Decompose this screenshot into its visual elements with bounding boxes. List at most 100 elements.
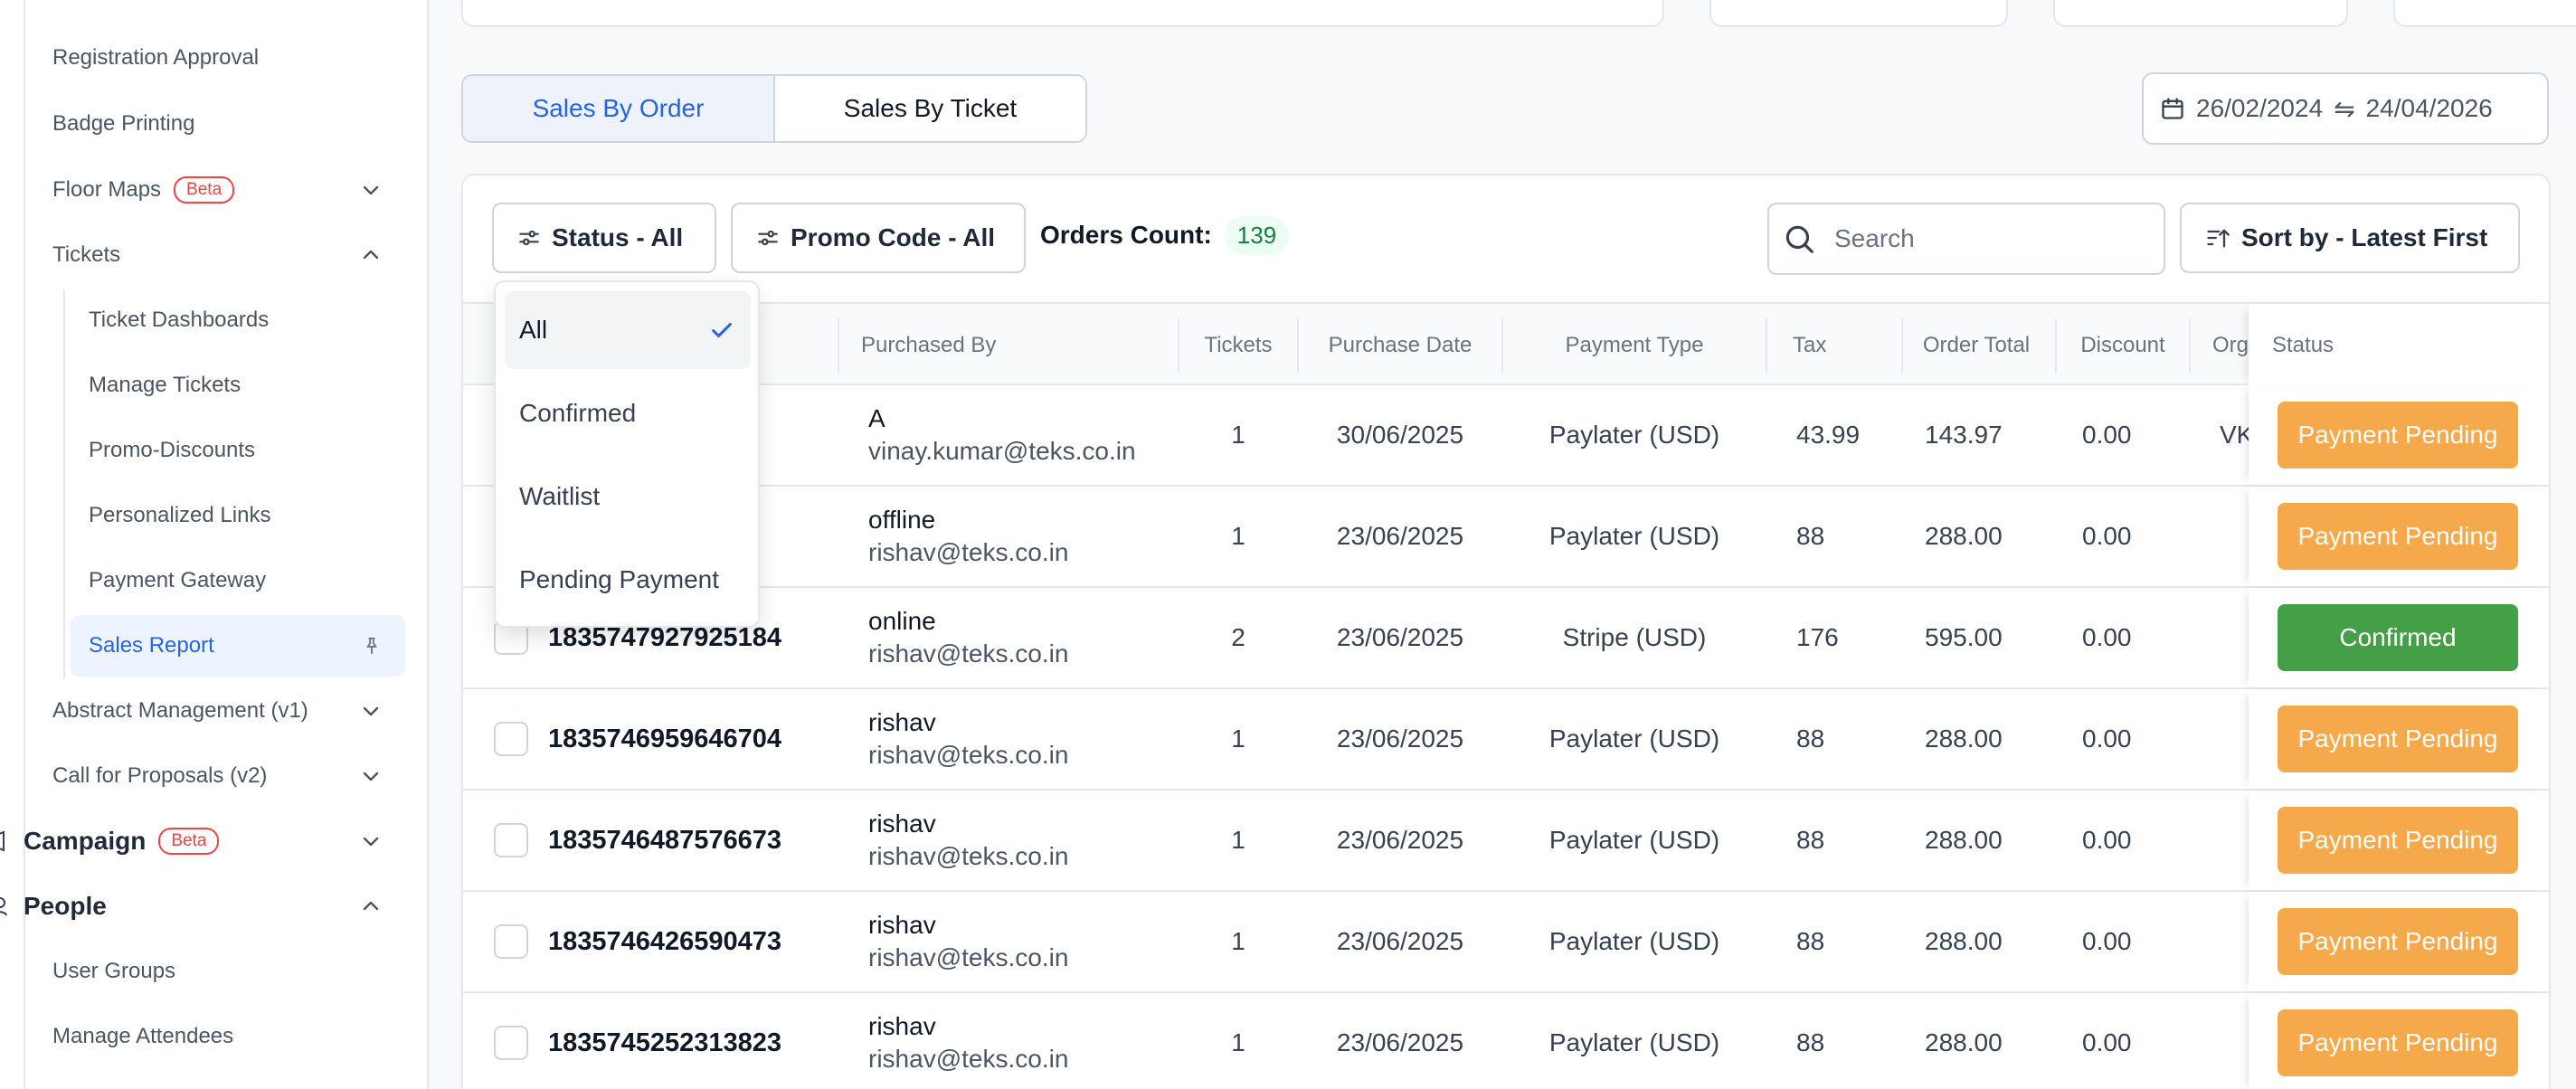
row-checkbox[interactable] — [494, 823, 528, 857]
sidebar-item-people[interactable]: People — [0, 876, 405, 937]
column-header-tickets[interactable]: Tickets — [1179, 304, 1297, 387]
sidebar-item-tickets[interactable]: Tickets — [52, 224, 405, 286]
status-badge: Payment Pending — [2278, 503, 2518, 570]
status-cell: Payment Pending — [2249, 487, 2549, 586]
purchased-by: offline rishav@teks.co.in — [868, 487, 1176, 586]
table-row[interactable]: 1835746426590473 rishav rishav@teks.co.i… — [463, 892, 2549, 993]
row-checkbox[interactable] — [494, 924, 528, 959]
sidebar-item-manage-tickets[interactable]: Manage Tickets — [89, 355, 405, 416]
pin-icon[interactable] — [362, 636, 382, 656]
sidebar-item-label: People — [24, 892, 107, 920]
row-checkbox[interactable] — [494, 722, 528, 756]
purchased-by: A vinay.kumar@teks.co.in — [868, 385, 1176, 485]
column-header-tax[interactable]: Tax — [1793, 304, 1901, 387]
buyer-name: offline — [868, 506, 936, 534]
sidebar-item-label: Promo-Discounts — [89, 438, 256, 462]
check-icon — [709, 317, 734, 343]
status-badge: Payment Pending — [2278, 1009, 2518, 1076]
sidebar-item-label: Call for Proposals (v2) — [52, 763, 268, 788]
sidebar-item-abstract-management[interactable]: Abstract Management (v1) — [52, 680, 405, 742]
buyer-email: rishav@teks.co.in — [868, 842, 1069, 870]
status-filter-button[interactable]: Status - All — [492, 203, 716, 273]
purchased-by: rishav rishav@teks.co.in — [868, 993, 1176, 1089]
status-badge: Payment Pending — [2278, 908, 2518, 975]
payment-type: Paylater (USD) — [1548, 724, 1720, 753]
column-header-purchase-date[interactable]: Purchase Date — [1299, 304, 1501, 387]
tax: 88 — [1796, 1028, 1825, 1056]
purchase-date: 23/06/2025 — [1336, 1028, 1464, 1056]
search-box[interactable] — [1767, 203, 2165, 275]
sidebar-item-personalized-links[interactable]: Personalized Links — [89, 485, 405, 546]
column-header-status[interactable]: Status — [2272, 304, 2453, 387]
order-id: 1835745252313823 — [548, 1027, 782, 1057]
table-row[interactable]: 1835746959646704 rishav rishav@teks.co.i… — [463, 689, 2549, 791]
status-option-waitlist[interactable]: Waitlist — [505, 458, 751, 535]
tab-sales-by-ticket[interactable]: Sales By Ticket — [775, 76, 1085, 141]
people-icon — [0, 895, 7, 917]
sidebar-item-payment-gateway[interactable]: Payment Gateway — [89, 550, 405, 611]
buyer-email: rishav@teks.co.in — [868, 639, 1069, 668]
order-id: 1835746959646704 — [548, 724, 782, 753]
discount: 0.00 — [2082, 724, 2132, 753]
sidebar-item-campaign[interactable]: Campaign Beta — [0, 810, 405, 872]
beta-badge: Beta — [174, 176, 235, 204]
orders-count: Orders Count: 139 — [1040, 215, 1290, 255]
order-total: 288.00 — [1925, 826, 2003, 854]
table-row[interactable]: 645 offline rishav@teks.co.in 1 23/06/20… — [463, 487, 2549, 588]
column-separator — [1766, 318, 1767, 373]
order-total: 595.00 — [1925, 623, 2003, 651]
ticket-count: 2 — [1231, 623, 1245, 651]
order-total: 143.97 — [1925, 421, 2003, 449]
sidebar-item-user-groups[interactable]: User Groups — [52, 941, 405, 1002]
status-badge: Payment Pending — [2278, 402, 2518, 469]
buyer-email: rishav@teks.co.in — [868, 1045, 1069, 1073]
column-header-order-total[interactable]: Order Total — [1903, 304, 2050, 387]
status-option-confirmed[interactable]: Confirmed — [505, 374, 751, 452]
promo-code-filter-button[interactable]: Promo Code - All — [731, 203, 1026, 273]
status-cell: Payment Pending — [2249, 385, 2549, 485]
order-total: 288.00 — [1925, 927, 2003, 955]
discount: 0.00 — [2082, 421, 2132, 449]
table-row[interactable]: 1835747927925184 online rishav@teks.co.i… — [463, 588, 2549, 689]
sidebar-item-label: Payment Gateway — [89, 568, 267, 592]
ticket-count: 1 — [1231, 1028, 1245, 1056]
summary-card — [461, 0, 1664, 27]
status-option-pending-payment[interactable]: Pending Payment — [505, 541, 751, 619]
column-header-discount[interactable]: Discount — [2057, 304, 2189, 387]
status-option-all[interactable]: All — [505, 291, 751, 369]
chevron-up-icon — [360, 244, 382, 266]
order-total: 288.00 — [1925, 522, 2003, 550]
sidebar-item-label: Manage Attendees — [52, 1024, 234, 1048]
sidebar: Registration Approval Badge Printing Flo… — [0, 0, 429, 1089]
filter-icon — [756, 226, 780, 250]
sidebar-item-registration-approval[interactable]: Registration Approval — [52, 27, 405, 89]
purchase-date: 23/06/2025 — [1336, 927, 1464, 955]
tab-sales-by-order[interactable]: Sales By Order — [463, 76, 775, 141]
purchase-date: 23/06/2025 — [1336, 522, 1464, 550]
sidebar-item-badge-printing[interactable]: Badge Printing — [52, 93, 405, 155]
table-row[interactable]: 1835746487576673 rishav rishav@teks.co.i… — [463, 791, 2549, 892]
sidebar-item-ticket-dashboards[interactable]: Ticket Dashboards — [89, 289, 405, 351]
payment-type: Paylater (USD) — [1548, 927, 1720, 955]
sidebar-item-floor-maps[interactable]: Floor Maps Beta — [52, 159, 405, 221]
row-checkbox[interactable] — [494, 1026, 528, 1060]
sidebar-item-call-for-proposals[interactable]: Call for Proposals (v2) — [52, 745, 405, 807]
buyer-name: rishav — [868, 911, 936, 939]
sidebar-item-sales-report[interactable]: Sales Report — [71, 615, 405, 677]
search-input[interactable] — [1834, 224, 2142, 253]
sidebar-item-promo-discounts[interactable]: Promo-Discounts — [89, 420, 405, 481]
sidebar-item-manage-attendees[interactable]: Manage Attendees — [52, 1006, 405, 1067]
column-header-payment-type[interactable]: Payment Type — [1503, 304, 1766, 387]
status-cell: Confirmed — [2249, 588, 2549, 687]
column-header-purchased-by[interactable]: Purchased By — [861, 304, 1096, 387]
sort-icon — [2205, 225, 2230, 251]
table-row[interactable]: 1835745252313823 rishav rishav@teks.co.i… — [463, 993, 2549, 1089]
date-range-picker[interactable]: 26/02/2024 ⇋ 24/04/2026 — [2142, 72, 2549, 145]
date-range-separator: ⇋ — [2334, 94, 2355, 123]
table-row[interactable]: 806 A vinay.kumar@teks.co.in 1 30/06/202… — [463, 385, 2549, 487]
purchase-date: 23/06/2025 — [1336, 623, 1464, 651]
payment-type: Stripe (USD) — [1562, 623, 1707, 651]
sidebar-item-label: Campaign — [24, 827, 147, 855]
sort-button[interactable]: Sort by - Latest First — [2180, 203, 2520, 273]
tax: 88 — [1796, 724, 1825, 753]
